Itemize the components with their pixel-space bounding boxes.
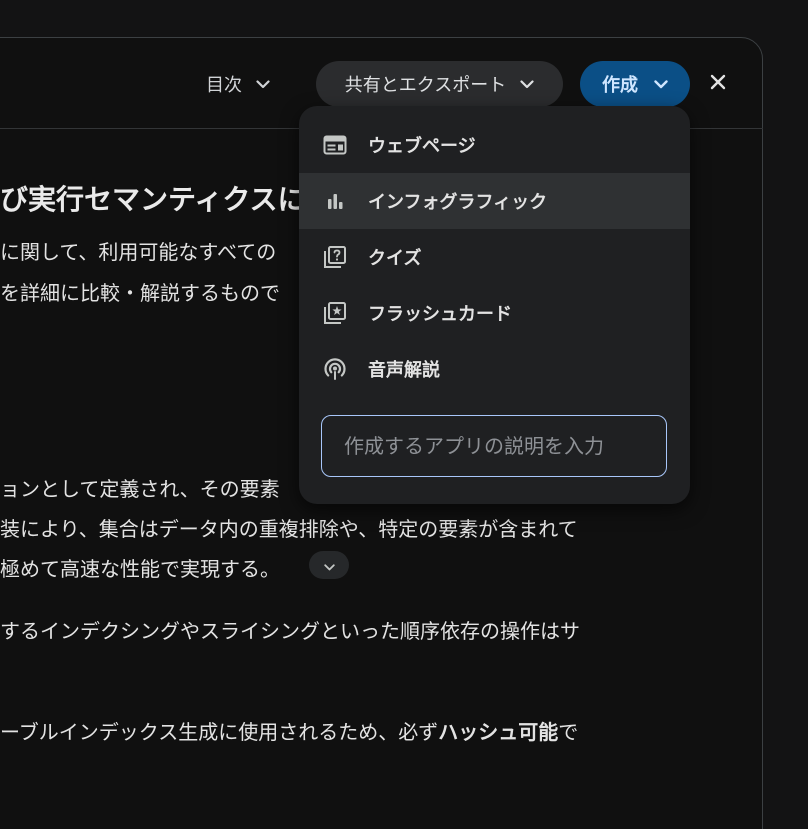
menu-item-label: ウェブページ <box>368 136 476 157</box>
chevron-down-icon <box>256 79 270 89</box>
menu-item-label: クイズ <box>368 248 422 269</box>
create-menu: ウェブページ インフォグラフィック クイズ フラッシュカード 音声解説 作成する… <box>299 106 690 504</box>
menu-item-flashcard[interactable]: フラッシュカード <box>299 285 690 341</box>
toc-button[interactable]: 目次 <box>196 61 280 107</box>
document-heading: び実行セマンティクスに <box>0 183 306 216</box>
close-button[interactable] <box>702 68 734 100</box>
bar-chart-icon <box>322 188 348 214</box>
document-bold-text: ハッシュ可能 <box>438 720 559 744</box>
create-button[interactable]: 作成 <box>580 61 690 107</box>
toc-label: 目次 <box>206 75 242 96</box>
share-export-label: 共有とエクスポート <box>344 75 507 96</box>
document-text: ーブルインデックス生成に使用されるため、必ず <box>0 720 439 744</box>
chevron-down-icon <box>323 556 335 575</box>
document-line: 極めて高速な性能で実現する。 <box>0 557 280 581</box>
flashcard-icon <box>322 300 348 326</box>
app-window: 目次 共有とエクスポート 作成 び実行セマンティクスに に関して、利用可能なすべ… <box>0 0 808 829</box>
document-line: ーブルインデックス生成に使用されるため、必ずハッシュ可能で <box>0 716 578 745</box>
podcast-icon <box>322 356 348 382</box>
menu-item-label: フラッシュカード <box>368 304 512 325</box>
quiz-icon <box>322 244 348 270</box>
menu-item-infographic[interactable]: インフォグラフィック <box>299 173 690 229</box>
share-export-button[interactable]: 共有とエクスポート <box>316 61 563 107</box>
document-line: するインデクシングやスライシングといった順序依存の操作はサ <box>0 619 580 643</box>
expand-citation-button[interactable] <box>309 551 349 579</box>
document-line: を詳細に比較・解説するもので <box>0 281 280 305</box>
menu-item-webpage[interactable]: ウェブページ <box>299 117 690 173</box>
menu-item-label: インフォグラフィック <box>368 192 548 213</box>
create-label: 作成 <box>602 75 638 96</box>
document-line: に関して、利用可能なすべての <box>0 240 277 264</box>
document-text: で <box>558 720 579 744</box>
close-icon <box>710 74 726 94</box>
chevron-down-icon <box>654 79 668 89</box>
chevron-down-icon <box>520 79 534 89</box>
app-description-input[interactable] <box>321 415 667 477</box>
document-line: 装により、集合はデータ内の重複排除や、特定の要素が含まれて <box>0 517 578 541</box>
menu-item-quiz[interactable]: クイズ <box>299 229 690 285</box>
document-line: ョンとして定義され、その要素 <box>0 477 280 501</box>
webpage-icon <box>322 132 348 158</box>
menu-item-label: 音声解説 <box>368 360 440 381</box>
menu-item-audio-overview[interactable]: 音声解説 <box>299 341 690 397</box>
